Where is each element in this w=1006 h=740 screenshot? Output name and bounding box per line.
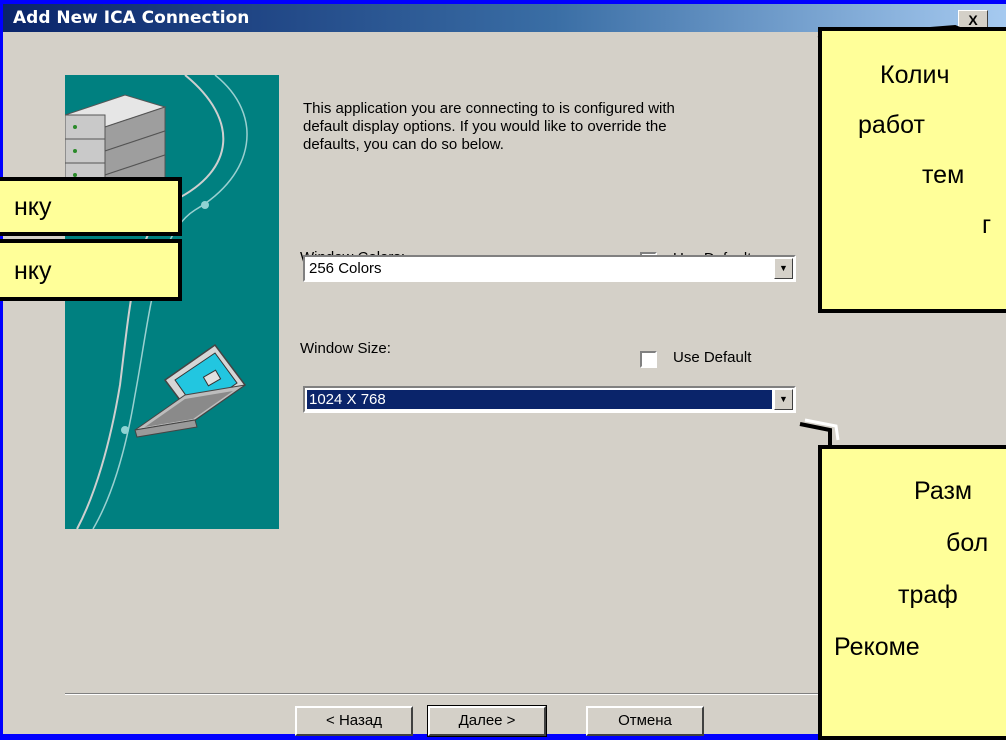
callout-top-right-line-2: работ bbox=[858, 111, 925, 139]
callout-bottom-right-line-4: Рекоме bbox=[834, 633, 920, 661]
callout-top-right: Колич работ тем г bbox=[818, 27, 1006, 313]
callout-bottom-right-line-1: Разм bbox=[914, 477, 973, 505]
callout-top-right-line-1: Колич bbox=[880, 61, 950, 89]
callout-left-2: нку bbox=[0, 239, 182, 301]
callout-left-2-text: нку bbox=[14, 257, 52, 285]
callout-bottom-right-line-3: траф bbox=[898, 581, 958, 609]
callout-left-1-text: нку bbox=[14, 193, 52, 221]
callout-bottom-right: Разм бол траф Рекоме bbox=[818, 445, 1006, 740]
callout-top-right-line-3: тем bbox=[922, 161, 965, 189]
callout-top-right-line-4: г bbox=[982, 211, 992, 239]
callout-bottom-right-line-2: бол bbox=[946, 529, 989, 557]
callout-left-1: нку bbox=[0, 177, 182, 236]
